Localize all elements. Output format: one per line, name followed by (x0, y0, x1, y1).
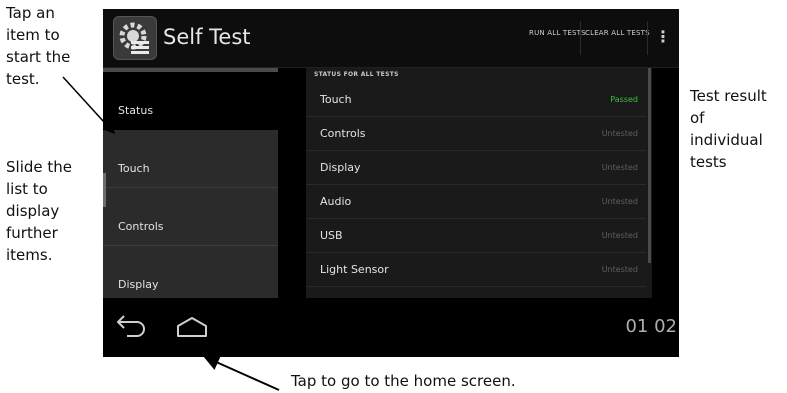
arrow-to-list-item (62, 76, 116, 135)
arrow-to-home-button (203, 355, 280, 391)
callout-arrows (62, 76, 280, 391)
